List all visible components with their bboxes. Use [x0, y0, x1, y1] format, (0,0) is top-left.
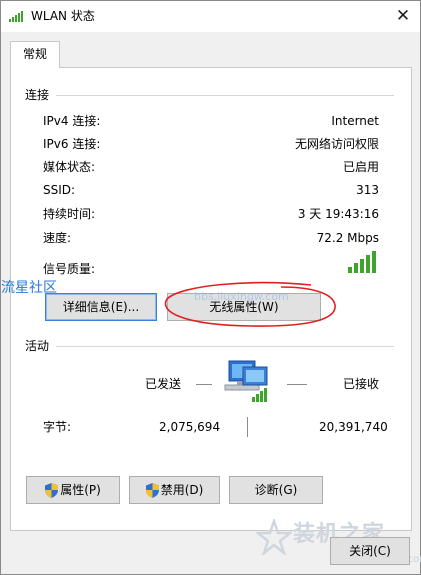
diagnose-button[interactable]: 诊断(G) — [229, 476, 323, 504]
wlan-status-window: WLAN 状态 ✕ 常规 连接 IPv4 连接: Internet IPv6 连… — [0, 0, 421, 575]
details-button[interactable]: 详细信息(E)... — [45, 293, 157, 321]
bytes-label: 字节: — [43, 420, 72, 434]
media-state-value: 已启用 — [342, 160, 379, 174]
received-connector-line — [287, 384, 307, 385]
duration-label: 持续时间: — [43, 207, 96, 221]
disable-button-label: 禁用(D) — [160, 483, 204, 497]
activity-section-divider — [56, 346, 394, 347]
speed-label: 速度: — [43, 231, 72, 245]
wifi-signal-icon — [9, 11, 23, 22]
star-logo-icon — [256, 519, 292, 555]
watermark-left-text: 流星社区 — [1, 280, 57, 296]
bytes-separator — [247, 417, 248, 437]
media-state-label: 媒体状态: — [43, 160, 96, 174]
uac-shield-icon — [145, 483, 159, 498]
signal-bar — [360, 259, 364, 273]
connection-section-label: 连接 — [25, 88, 50, 102]
close-button[interactable]: 关闭(C) — [330, 537, 410, 565]
sent-label: 已发送 — [145, 377, 182, 391]
signal-bar — [348, 267, 352, 273]
signal-bar — [366, 255, 370, 273]
sent-connector-line — [196, 384, 212, 385]
bytes-sent-value: 2,075,694 — [159, 420, 221, 434]
ipv4-label: IPv4 连接: — [43, 114, 101, 128]
connection-section-divider — [56, 95, 394, 96]
ipv6-value: 无网络访问权限 — [294, 137, 379, 151]
uac-shield-icon — [45, 483, 59, 498]
speed-value: 72.2 Mbps — [316, 231, 379, 245]
ipv4-value: Internet — [331, 114, 379, 128]
network-computer-icon — [224, 360, 268, 402]
window-title: WLAN 状态 — [31, 9, 95, 23]
ssid-label: SSID: — [43, 183, 76, 197]
tab-general[interactable]: 常规 — [10, 41, 60, 68]
properties-button[interactable]: 属性(P) — [26, 476, 120, 504]
watermark-mid-text: bbs.liuxingw.com — [194, 290, 289, 303]
properties-button-label: 属性(P) — [60, 483, 101, 497]
bytes-received-value: 20,391,740 — [319, 420, 388, 434]
disable-button[interactable]: 禁用(D) — [129, 476, 220, 504]
signal-bar — [372, 251, 376, 273]
ipv6-label: IPv6 连接: — [43, 137, 101, 151]
signal-quality-label: 信号质量: — [43, 262, 96, 276]
duration-value: 3 天 19:43:16 — [297, 207, 379, 221]
received-label: 已接收 — [343, 377, 380, 391]
signal-strength-icon — [348, 251, 378, 273]
ssid-value: 313 — [356, 183, 379, 197]
signal-bar — [354, 263, 358, 273]
activity-section-label: 活动 — [25, 339, 50, 353]
title-bar[interactable]: WLAN 状态 ✕ — [1, 1, 420, 32]
window-close-button[interactable]: ✕ — [386, 2, 420, 31]
